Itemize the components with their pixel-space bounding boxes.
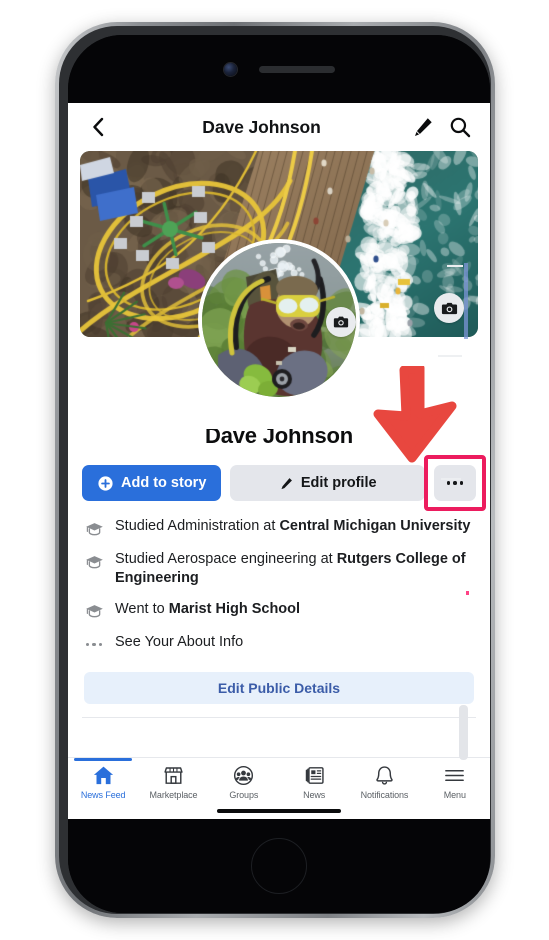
chevron-left-icon — [87, 115, 111, 139]
tab-label: Groups — [229, 790, 258, 800]
profile-photo-camera-button[interactable] — [326, 307, 356, 337]
page-title: Dave Johnson — [112, 117, 411, 138]
edit-public-details-button[interactable]: Edit Public Details — [84, 672, 474, 704]
phone-device-frame: Dave Johnson Dave Johnson Add to story E… — [55, 22, 495, 918]
navbar-actions — [411, 115, 472, 139]
storefront-icon — [162, 764, 185, 787]
bio-emphasis-0: Central Michigan University — [279, 518, 470, 534]
navigation-bar: Dave Johnson — [68, 103, 490, 151]
bio-emphasis-2: Marist High School — [169, 601, 300, 617]
graduation-cap-icon — [84, 519, 104, 539]
home-indicator — [217, 809, 341, 813]
tab-marketplace[interactable]: Marketplace — [138, 764, 208, 800]
list-item[interactable]: Studied Administration at Central Michig… — [84, 517, 474, 539]
avatar-zone — [68, 337, 490, 429]
more-options-button[interactable] — [434, 465, 476, 501]
add-to-story-label: Add to story — [121, 475, 206, 491]
bell-icon — [373, 764, 396, 787]
see-your-about-info-item[interactable]: See Your About Info — [84, 633, 474, 655]
ellipsis-icon — [447, 481, 464, 485]
profile-action-row: Add to story Edit profile — [68, 449, 490, 505]
home-icon — [92, 764, 115, 787]
back-button[interactable] — [86, 114, 112, 140]
tab-label: News Feed — [81, 790, 126, 800]
list-item-text: Studied Administration at Central Michig… — [115, 517, 470, 536]
add-to-story-button[interactable]: Add to story — [82, 465, 221, 501]
tab-news[interactable]: News — [279, 764, 349, 800]
list-item-text: Studied Aerospace engineering at Rutgers… — [115, 550, 474, 589]
newspaper-icon — [303, 764, 326, 787]
search-icon[interactable] — [448, 115, 472, 139]
edit-public-details-wrap: Edit Public Details — [68, 666, 490, 704]
tab-label: Menu — [444, 790, 466, 800]
facebook-profile-screen: Dave Johnson Dave Johnson Add to story E… — [68, 103, 490, 819]
active-tab-indicator — [74, 758, 132, 761]
hamburger-menu-icon — [443, 764, 466, 787]
camera-icon — [333, 314, 349, 330]
graduation-cap-icon — [84, 602, 104, 622]
pencil-icon[interactable] — [411, 115, 435, 139]
home-button-icon[interactable] — [251, 838, 307, 894]
pencil-icon — [279, 476, 294, 491]
tab-news-feed[interactable]: News Feed — [68, 764, 138, 800]
edit-profile-label: Edit profile — [301, 475, 377, 491]
earpiece-speaker-icon — [259, 66, 335, 73]
screenshot-root: Dave Johnson Dave Johnson Add to story E… — [0, 0, 549, 940]
list-item-text: Went to Marist High School — [115, 600, 300, 619]
phone-bottom-bezel — [68, 819, 490, 913]
front-camera-icon — [224, 63, 237, 76]
bio-prefix-0: Studied Administration at — [115, 518, 279, 534]
phone-top-bezel — [68, 35, 490, 103]
list-item[interactable]: Studied Aerospace engineering at Rutgers… — [84, 550, 474, 589]
groups-icon — [232, 764, 255, 787]
tab-label: Notifications — [361, 790, 409, 800]
list-item[interactable]: Went to Marist High School — [84, 600, 474, 622]
tab-notifications[interactable]: Notifications — [349, 764, 419, 800]
camera-icon — [441, 300, 458, 317]
cover-photo-camera-button[interactable] — [434, 293, 464, 323]
bio-prefix-1: Studied Aerospace engineering at — [115, 551, 337, 567]
section-divider — [82, 717, 476, 718]
tab-menu[interactable]: Menu — [420, 764, 490, 800]
ellipsis-icon — [84, 635, 104, 655]
phone-inner-bezel: Dave Johnson Dave Johnson Add to story E… — [59, 26, 491, 914]
phone-screen-area: Dave Johnson Dave Johnson Add to story E… — [68, 35, 490, 913]
see-your-about-info-label: See Your About Info — [115, 633, 243, 652]
tab-label: Marketplace — [150, 790, 198, 800]
plus-circle-icon — [97, 475, 114, 492]
bio-list: Studied Administration at Central Michig… — [68, 505, 490, 655]
tab-groups[interactable]: Groups — [209, 764, 279, 800]
bio-prefix-2: Went to — [115, 601, 169, 617]
graduation-cap-icon — [84, 552, 104, 572]
tab-label: News — [303, 790, 325, 800]
edit-profile-button[interactable]: Edit profile — [230, 465, 425, 501]
